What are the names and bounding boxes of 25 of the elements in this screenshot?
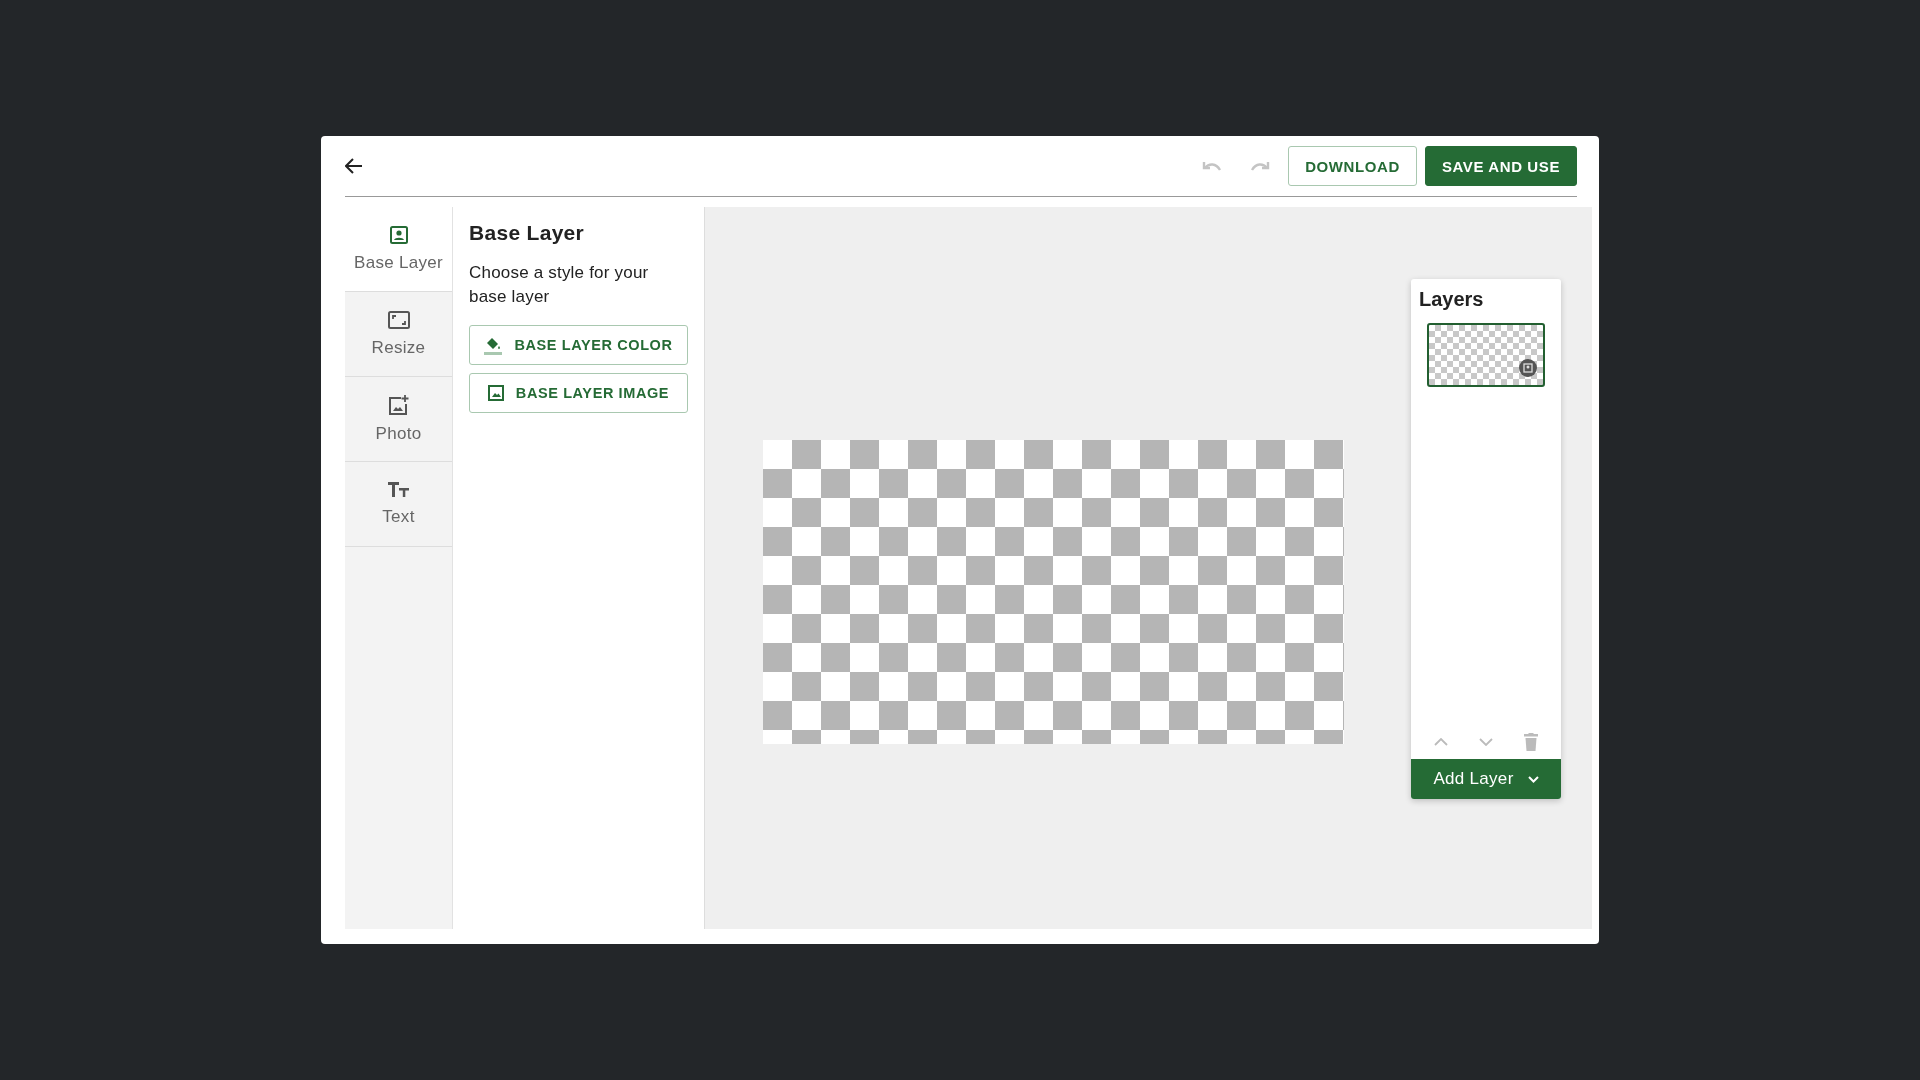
sidebar-tab[interactable]: Photo [345, 377, 452, 462]
panel-description: Choose a style for your base layer [469, 262, 650, 308]
layer-badge-icon [1519, 359, 1537, 377]
portrait-icon [388, 225, 409, 245]
sidebar-tab[interactable]: Text [345, 462, 452, 547]
trash-icon[interactable] [1523, 733, 1538, 751]
sidebar-tab[interactable]: Resize [345, 292, 452, 377]
save-button[interactable]: SAVE AND USE [1424, 146, 1577, 186]
back-arrow-icon[interactable] [345, 158, 363, 174]
add-image-icon [387, 394, 410, 416]
base-color-button[interactable]: BASE LAYER COLOR [469, 325, 688, 365]
text-format-icon [387, 481, 410, 499]
resize-icon [387, 310, 410, 330]
panel-title: Base Layer [469, 221, 586, 245]
chevron-down-icon [1527, 775, 1539, 783]
add-layer-button[interactable]: Add Layer [1411, 759, 1561, 799]
layers-title: Layers [1419, 288, 1485, 311]
base-image-button[interactable]: BASE LAYER IMAGE [469, 373, 688, 413]
sidebar-tab[interactable]: Base Layer [345, 207, 452, 292]
image-icon [487, 385, 504, 401]
chevron-down-icon[interactable] [1479, 738, 1493, 746]
chevron-up-icon[interactable] [1434, 738, 1449, 746]
download-button[interactable]: DOWNLOAD [1288, 146, 1417, 186]
paint-bucket-icon [484, 335, 503, 355]
layer-thumbnail[interactable] [1427, 323, 1545, 387]
